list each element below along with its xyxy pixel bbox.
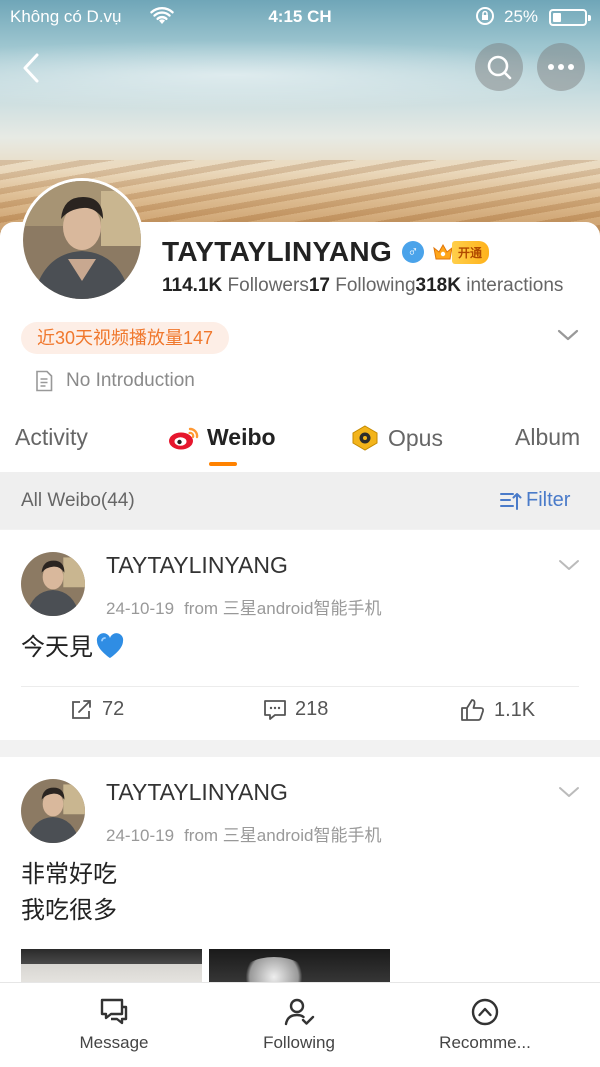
like-button[interactable]: 1.1K <box>460 698 535 722</box>
repost-button[interactable]: 72 <box>70 698 124 721</box>
followers-label[interactable]: Followers <box>228 275 309 296</box>
introduction-row: No Introduction <box>34 370 195 392</box>
profile-tabs: Activity Weibo Opus Album <box>0 410 600 472</box>
weibo-filter-bar: All Weibo(44) Filter <box>0 472 600 529</box>
post-meta: 24-10-19 from 三星android智能手机 <box>106 594 382 619</box>
filter-button[interactable]: Filter <box>500 489 570 512</box>
status-bar: Không có D.vụ 4:15 CH 25% <box>0 0 600 34</box>
post-text-line: 非常好吃 <box>21 861 117 888</box>
message-label: Message <box>79 1033 149 1052</box>
introduction-text: No Introduction <box>66 370 195 391</box>
battery-icon <box>549 9 591 26</box>
post-actions: 72 218 1.1K <box>0 698 600 728</box>
video-views-badge[interactable]: 近30天视频播放量147 <box>21 322 230 354</box>
tab-album[interactable]: Album <box>515 424 580 451</box>
chevron-down-icon <box>559 787 579 797</box>
following-button[interactable]: Following <box>219 997 379 1053</box>
weibo-post[interactable]: TAYTAYLINYANG 24-10-19 from 三星android智能手机… <box>0 757 600 987</box>
post-source: from 三星android智能手机 <box>184 826 382 845</box>
search-button[interactable] <box>475 43 523 91</box>
tab-activity[interactable]: Activity <box>15 424 88 451</box>
male-gender-icon: ♂ <box>402 241 425 263</box>
profile-stats: 114.1K Followers17 Following318K interac… <box>162 275 600 297</box>
expand-profile-button[interactable] <box>556 328 580 347</box>
post-menu-button[interactable] <box>558 785 580 803</box>
post-menu-button[interactable] <box>558 558 580 576</box>
post-source: from 三星android智能手机 <box>184 599 382 618</box>
tab-label: Activity <box>15 424 88 450</box>
post-text: 非常好吃 我吃很多 <box>21 857 117 929</box>
post-text: 今天見 <box>21 630 125 666</box>
chevron-down-icon <box>559 560 579 570</box>
more-button[interactable] <box>537 43 585 91</box>
chevron-down-icon <box>557 329 579 341</box>
all-weibo-count: All Weibo(44) <box>21 490 135 511</box>
recommend-button[interactable]: Recomme... <box>405 997 565 1053</box>
post-date: 24-10-19 <box>106 826 175 845</box>
search-icon <box>487 55 512 80</box>
recommend-compass-icon <box>471 998 499 1026</box>
more-icon <box>548 64 574 70</box>
filter-label: Filter <box>526 489 571 511</box>
blue-heart-icon <box>96 633 124 658</box>
back-button[interactable] <box>14 48 48 88</box>
post-text-content: 今天見 <box>21 634 93 661</box>
post-date: 24-10-19 <box>106 599 175 618</box>
following-label: Following <box>263 1033 335 1052</box>
following-count[interactable]: 17 <box>309 275 330 296</box>
active-tab-indicator <box>209 462 237 466</box>
document-icon <box>36 370 53 392</box>
following-label[interactable]: Following <box>335 275 415 296</box>
follow-user-icon <box>284 998 315 1026</box>
tab-label: Weibo <box>207 424 276 450</box>
post-meta: 24-10-19 from 三星android智能手机 <box>106 821 382 846</box>
profile-avatar[interactable] <box>20 178 144 302</box>
avatar[interactable] <box>21 779 85 843</box>
message-icon <box>100 998 128 1025</box>
rotation-lock-icon <box>475 6 495 31</box>
interactions-label: interactions <box>466 275 564 296</box>
repost-count: 72 <box>102 698 125 720</box>
post-text-line: 我吃很多 <box>21 897 117 924</box>
avatar[interactable] <box>21 552 85 616</box>
like-count: 1.1K <box>494 698 536 721</box>
crown-icon <box>433 243 453 260</box>
filter-icon <box>500 492 522 510</box>
comment-count: 218 <box>295 698 329 720</box>
comment-icon <box>264 699 286 720</box>
tab-label: Opus <box>388 424 443 451</box>
profile-name-row: TAYTAYLINYANG ♂ 开通 <box>162 236 490 268</box>
vip-open-label: 开通 <box>452 240 490 264</box>
repost-icon <box>72 699 91 719</box>
thumbs-up-icon <box>461 699 485 721</box>
post-divider <box>21 686 579 687</box>
followers-count[interactable]: 114.1K <box>162 275 222 296</box>
weibo-post[interactable]: TAYTAYLINYANG 24-10-19 from 三星android智能手机… <box>0 530 600 740</box>
tab-weibo[interactable]: Weibo <box>168 424 276 451</box>
tab-label: Album <box>515 424 581 450</box>
profile-name: TAYTAYLINYANG <box>162 236 393 267</box>
interactions-count: 318K <box>415 275 461 296</box>
tab-opus[interactable]: Opus <box>349 424 443 452</box>
post-author[interactable]: TAYTAYLINYANG <box>106 552 288 579</box>
avatar <box>23 181 141 299</box>
weibo-logo-icon <box>169 427 199 449</box>
back-arrow-icon <box>23 53 39 83</box>
recommend-label: Recomme... <box>439 1033 531 1052</box>
message-button[interactable]: Message <box>34 997 194 1053</box>
vip-badge[interactable]: 开通 <box>432 240 490 264</box>
post-author[interactable]: TAYTAYLINYANG <box>106 779 288 806</box>
opus-icon <box>352 425 378 451</box>
battery-percent: 25% <box>504 7 539 26</box>
comment-button[interactable]: 218 <box>263 698 328 721</box>
bottom-action-bar: Message Following Recomme... <box>0 982 600 1067</box>
